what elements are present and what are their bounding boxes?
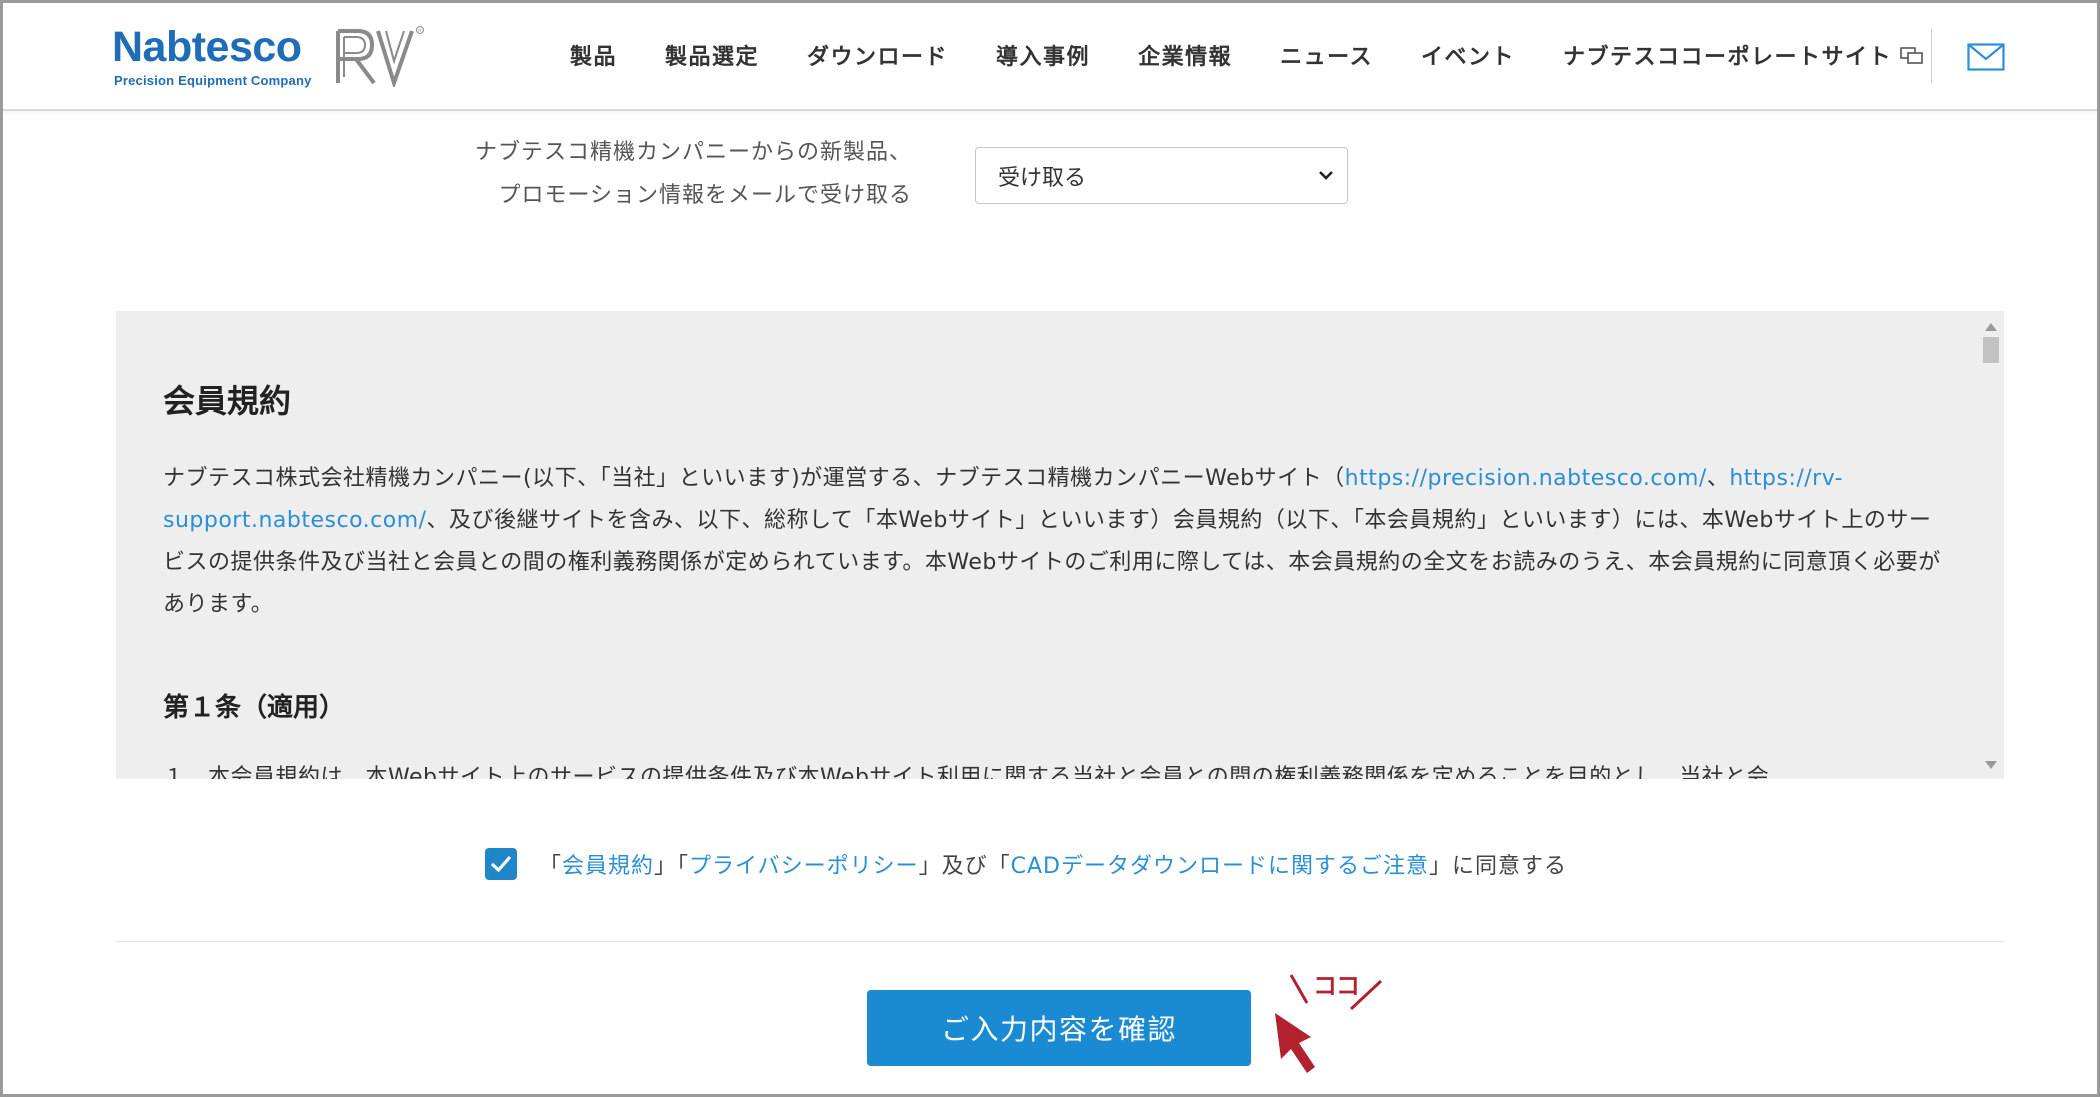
link-cad-download-notice[interactable]: CADデータダウンロードに関するご注意 <box>1011 854 1429 879</box>
newsletter-select-value: 受け取る <box>998 165 1087 191</box>
terms-text-part: 、 <box>1706 466 1730 491</box>
terms-text-part: ナブテスコ株式会社精機カンパニー(以下、「当社」といいます)が運営する、ナブテス… <box>163 466 1345 491</box>
terms-link-precision[interactable]: https://precision.nabtesco.com/ <box>1345 466 1707 491</box>
svg-text:R: R <box>418 28 422 33</box>
agreement-text-part: 」及び「 <box>918 854 1011 879</box>
agreement-row: 「会員規約」「プライバシーポリシー」及び「CADデータダウンロードに関するご注意… <box>485 848 1567 880</box>
main-nav: 製品 製品選定 ダウンロード 導入事例 企業情報 ニュース イベント ナブテスコ… <box>570 39 1926 71</box>
external-link-icon[interactable] <box>1900 45 1926 65</box>
chevron-down-icon <box>1319 171 1333 180</box>
annotation-label: ココ <box>1313 972 1360 1000</box>
newsletter-label-line1: ナブテスコ精機カンパニーからの新製品、 <box>474 140 912 165</box>
article-1-title: 第１条（適用） <box>163 693 346 723</box>
terms-scroll-box[interactable]: 会員規約 ナブテスコ株式会社精機カンパニー(以下、「当社」といいます)が運営する… <box>116 311 2004 779</box>
browser-frame: Nabtesco Precision Equipment Company R 製… <box>0 0 2100 1097</box>
nav-item-product-selection[interactable]: 製品選定 <box>665 39 759 71</box>
scroll-thumb[interactable] <box>1983 337 1999 363</box>
agree-checkbox[interactable] <box>485 848 517 880</box>
site-header: Nabtesco Precision Equipment Company R 製… <box>3 3 2097 111</box>
link-member-terms[interactable]: 会員規約 <box>562 854 654 879</box>
nav-item-download[interactable]: ダウンロード <box>807 39 948 71</box>
article-1-text: １．本会員規約は、本Webサイト上のサービスの提供条件及び本Webサイト利用に関… <box>163 765 1770 779</box>
newsletter-select[interactable]: 受け取る <box>975 147 1348 204</box>
newsletter-label-line2: プロモーション情報をメールで受け取る <box>498 183 912 208</box>
nav-divider <box>1931 29 1932 83</box>
scroll-down-arrow-icon[interactable] <box>1985 761 1997 769</box>
rv-logo-icon: R <box>336 26 424 87</box>
section-divider <box>116 941 2004 942</box>
agreement-text-part: 」に同意する <box>1428 854 1567 879</box>
terms-paragraph: ナブテスコ株式会社精機カンパニー(以下、「当社」といいます)が運営する、ナブテス… <box>163 458 1943 626</box>
brand-logo[interactable]: Nabtesco Precision Equipment Company R <box>112 23 442 93</box>
terms-text-part: 、及び後継サイトを含み、以下、総称して「本Webサイト」といいます）会員規約（以… <box>163 508 1941 617</box>
brand-tagline: Precision Equipment Company <box>114 73 312 88</box>
scroll-up-arrow-icon[interactable] <box>1985 323 1997 331</box>
agreement-text: 「会員規約」「プライバシーポリシー」及び「CADデータダウンロードに関するご注意… <box>539 848 1567 880</box>
terms-scrollbar[interactable] <box>1978 311 2004 779</box>
agreement-text-part: 「 <box>539 854 563 879</box>
nav-item-news[interactable]: ニュース <box>1280 39 1373 71</box>
link-privacy-policy[interactable]: プライバシーポリシー <box>689 854 919 879</box>
mail-icon[interactable] <box>1967 43 2005 71</box>
nav-item-products[interactable]: 製品 <box>570 39 617 71</box>
brand-name: Nabtesco <box>112 23 302 71</box>
nav-item-events[interactable]: イベント <box>1421 39 1515 71</box>
check-icon <box>490 855 512 873</box>
agreement-text-part: 」「 <box>654 854 690 879</box>
newsletter-label: ナブテスコ精機カンパニーからの新製品、 プロモーション情報をメールで受け取る <box>475 131 912 217</box>
nav-item-company[interactable]: 企業情報 <box>1138 39 1232 71</box>
nav-item-case-studies[interactable]: 導入事例 <box>996 39 1090 71</box>
confirm-input-button[interactable]: ご入力内容を確認 <box>867 990 1251 1066</box>
terms-title: 会員規約 <box>163 382 292 420</box>
nav-item-corporate-site[interactable]: ナブテスココーポレートサイト <box>1563 39 1892 71</box>
